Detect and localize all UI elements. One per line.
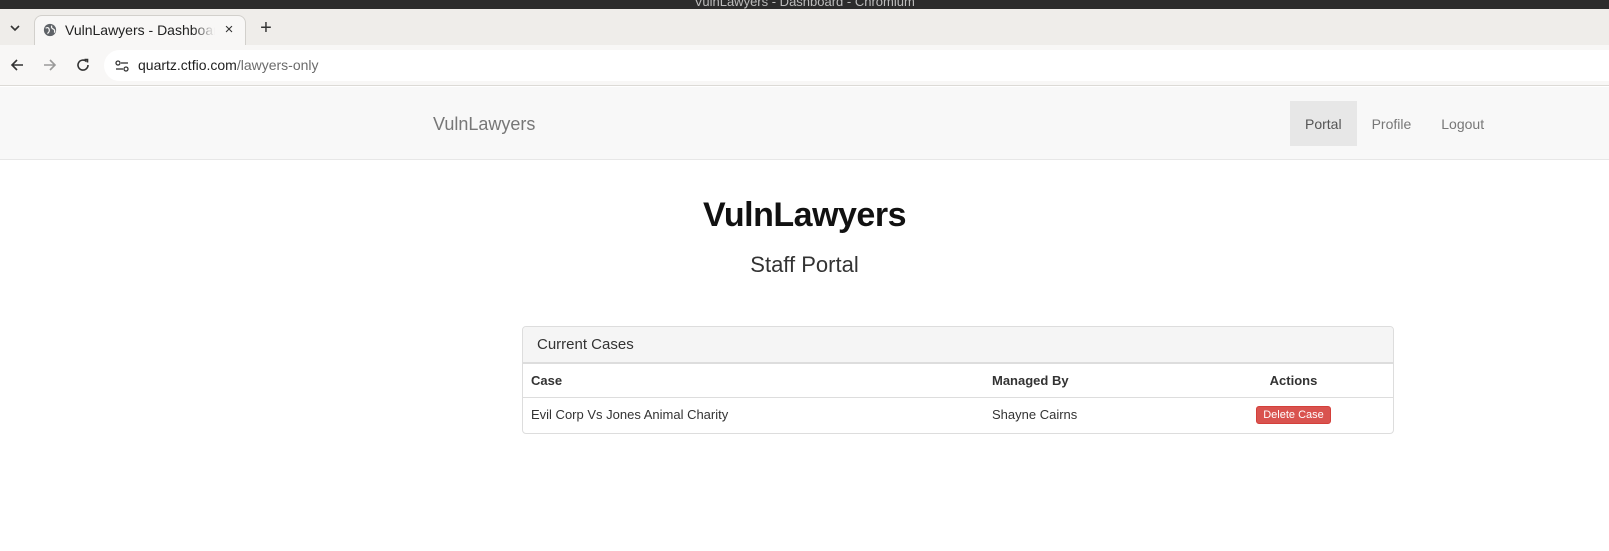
delete-case-button[interactable]: Delete Case	[1256, 405, 1331, 424]
site-navbar: VulnLawyers Portal Profile Logout	[0, 87, 1609, 160]
case-name: Evil Corp Vs Jones Animal Charity	[531, 407, 729, 423]
tab-strip: VulnLawyers - Dashboard × +	[0, 9, 1609, 45]
navbar-brand[interactable]: VulnLawyers	[433, 114, 535, 135]
window-title: VulnLawyers - Dashboard - Chromium	[694, 0, 915, 9]
cases-table: Case Managed By Actions Evil Corp Vs Jon…	[523, 363, 1393, 432]
browser-toolbar: quartz.ctfio.com/lawyers-only	[0, 45, 1609, 86]
nav-link-profile[interactable]: Profile	[1357, 101, 1427, 146]
globe-icon	[43, 23, 57, 37]
page-subtitle: Staff Portal	[750, 252, 859, 277]
os-title-bar: VulnLawyers - Dashboard - Chromium	[0, 0, 1609, 9]
table-header-row: Case Managed By Actions	[523, 363, 1393, 398]
url-path: /lawyers-only	[236, 57, 319, 73]
column-header-actions: Actions	[1269, 373, 1318, 388]
current-cases-panel: Current Cases Case Managed By Actions Ev…	[522, 326, 1394, 434]
nav-link-portal[interactable]: Portal	[1290, 101, 1357, 146]
column-header-managed-by: Managed By	[992, 373, 1069, 388]
actions-cell: Delete Case	[1194, 398, 1393, 432]
panel-title: Current Cases	[523, 327, 1393, 363]
browser-tab[interactable]: VulnLawyers - Dashboard ×	[34, 15, 246, 45]
arrow-left-icon	[10, 59, 23, 71]
tab-search-button[interactable]	[4, 17, 26, 39]
url-text: quartz.ctfio.com/lawyers-only	[138, 57, 319, 73]
address-bar[interactable]: quartz.ctfio.com/lawyers-only	[104, 50, 1609, 81]
table-row: Evil Corp Vs Jones Animal Charity Shayne…	[523, 398, 1393, 432]
column-header-case: Case	[531, 373, 563, 388]
nav-link-logout[interactable]: Logout	[1426, 101, 1499, 146]
managed-by: Shayne Cairns	[992, 407, 1078, 423]
new-tab-button[interactable]: +	[256, 17, 276, 39]
reload-button[interactable]	[73, 55, 93, 75]
arrow-right-icon	[44, 59, 57, 71]
navbar-links: Portal Profile Logout	[1290, 101, 1499, 146]
page-title: VulnLawyers	[703, 196, 906, 234]
forward-button[interactable]	[40, 55, 60, 75]
back-button[interactable]	[7, 55, 27, 75]
reload-icon	[77, 58, 89, 71]
close-icon[interactable]: ×	[221, 21, 237, 38]
chevron-down-icon	[10, 25, 20, 32]
url-host: quartz.ctfio.com	[138, 57, 237, 73]
tab-title: VulnLawyers - Dashboard	[65, 22, 215, 38]
site-settings-icon[interactable]	[114, 58, 130, 74]
